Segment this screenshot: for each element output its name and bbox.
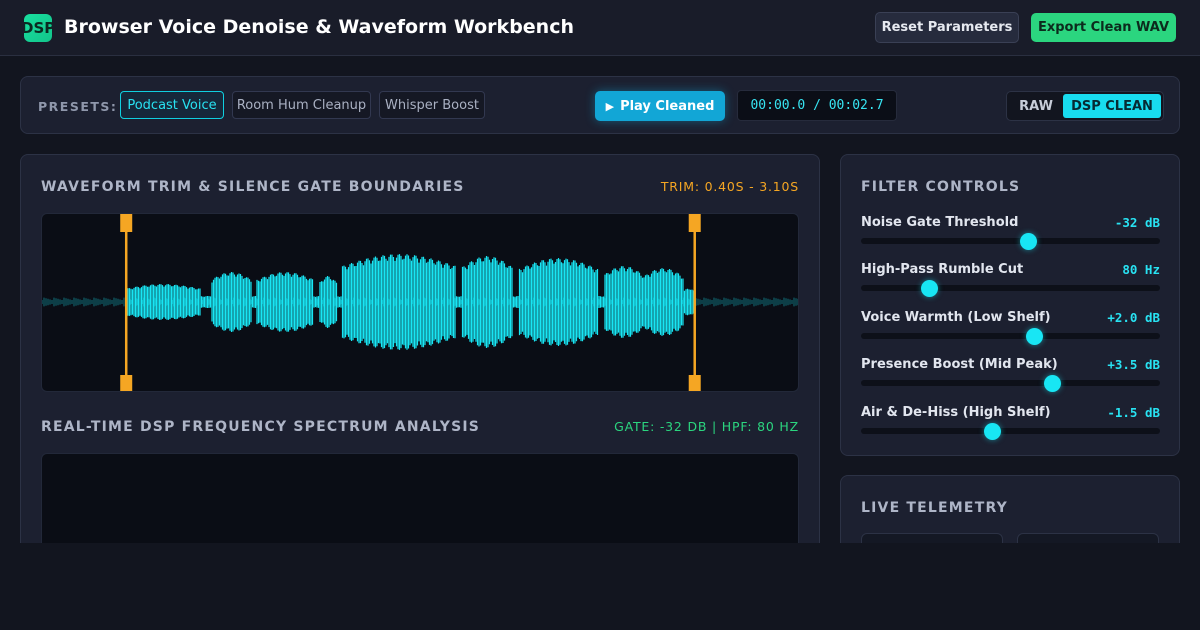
app-logo: DSP	[24, 14, 52, 42]
slider-track[interactable]	[861, 428, 1160, 434]
cleaned-waveform-trace	[127, 254, 695, 350]
slider-thumb[interactable]	[1043, 375, 1061, 392]
live-telemetry-title: LIVE TELEMETRY	[861, 500, 1008, 516]
export-clean-wav-button[interactable]: Export Clean WAV	[1031, 13, 1176, 42]
slider-label: Presence Boost (Mid Peak)	[861, 357, 1058, 372]
filter-controls-title: FILTER CONTROLS	[861, 179, 1021, 195]
raw-clean-toggle: RAW DSP CLEAN	[1006, 91, 1164, 121]
play-icon: ▶	[605, 99, 615, 113]
slider-value: -32 dB	[1114, 215, 1160, 230]
trim-end-marker-bottom-handle[interactable]	[688, 375, 701, 392]
spectrum-section-title: REAL-TIME DSP FREQUENCY SPECTRUM ANALYSI…	[41, 419, 481, 435]
slider-track[interactable]	[861, 333, 1160, 339]
waveform-plot	[42, 214, 798, 392]
page-background	[0, 543, 1200, 630]
slider-thumb[interactable]	[921, 280, 939, 297]
slider-label: Noise Gate Threshold	[861, 215, 1019, 230]
slider-value: -1.5 dB	[1107, 405, 1160, 420]
mode-dsp-clean-button[interactable]: DSP CLEAN	[1063, 94, 1161, 118]
slider-thumb[interactable]	[984, 423, 1002, 440]
slider-track[interactable]	[861, 238, 1160, 244]
slider-thumb[interactable]	[1025, 328, 1043, 345]
mode-raw-button[interactable]: RAW	[1012, 94, 1060, 118]
trim-start-marker-top-handle[interactable]	[120, 214, 133, 232]
app-title: Browser Voice Denoise & Waveform Workben…	[64, 16, 574, 38]
slider-track[interactable]	[861, 380, 1160, 386]
preset-toolbar: PRESETS: Podcast Voice Room Hum Cleanup …	[20, 76, 1180, 134]
slider-thumb[interactable]	[1019, 233, 1037, 250]
slider-label: Air & De-Hiss (High Shelf)	[861, 405, 1051, 420]
waveform-display[interactable]	[41, 213, 799, 392]
slider-presence-boost: Presence Boost (Mid Peak) +3.5 dB	[861, 357, 1160, 397]
presets-label: PRESETS:	[38, 99, 118, 114]
slider-value: 80 Hz	[1122, 262, 1160, 277]
slider-track[interactable]	[861, 285, 1160, 291]
preset-whisper-boost[interactable]: Whisper Boost	[379, 91, 485, 119]
slider-high-pass-rumble-cut: High-Pass Rumble Cut 80 Hz	[861, 262, 1160, 302]
spectrum-readout: GATE: -32 DB | HPF: 80 HZ	[614, 419, 799, 434]
waveform-section-title: WAVEFORM TRIM & SILENCE GATE BOUNDARIES	[41, 179, 465, 195]
slider-noise-gate-threshold: Noise Gate Threshold -32 dB	[861, 215, 1160, 255]
slider-label: High-Pass Rumble Cut	[861, 262, 1024, 277]
slider-voice-warmth: Voice Warmth (Low Shelf) +2.0 dB	[861, 310, 1160, 350]
trim-end-marker-top-handle[interactable]	[688, 214, 701, 232]
trim-readout: TRIM: 0.40S - 3.10S	[660, 179, 799, 194]
reset-parameters-button[interactable]: Reset Parameters	[875, 12, 1019, 43]
slider-value: +2.0 dB	[1107, 310, 1160, 325]
slider-value: +3.5 dB	[1107, 357, 1160, 372]
trim-start-marker-bottom-handle[interactable]	[120, 375, 133, 392]
analysis-panel: WAVEFORM TRIM & SILENCE GATE BOUNDARIES …	[20, 154, 820, 574]
preset-room-hum-cleanup[interactable]: Room Hum Cleanup	[232, 91, 371, 119]
play-cleaned-label: Play Cleaned	[620, 98, 715, 114]
slider-air-de-hiss: Air & De-Hiss (High Shelf) -1.5 dB	[861, 405, 1160, 445]
play-cleaned-button[interactable]: ▶ Play Cleaned	[595, 91, 725, 121]
filter-controls-panel: FILTER CONTROLS Noise Gate Threshold -32…	[840, 154, 1180, 456]
app-header: DSP Browser Voice Denoise & Waveform Wor…	[0, 0, 1200, 56]
playback-time-readout: 00:00.0 / 00:02.7	[737, 90, 897, 121]
slider-label: Voice Warmth (Low Shelf)	[861, 310, 1051, 325]
preset-podcast-voice[interactable]: Podcast Voice	[120, 91, 224, 119]
